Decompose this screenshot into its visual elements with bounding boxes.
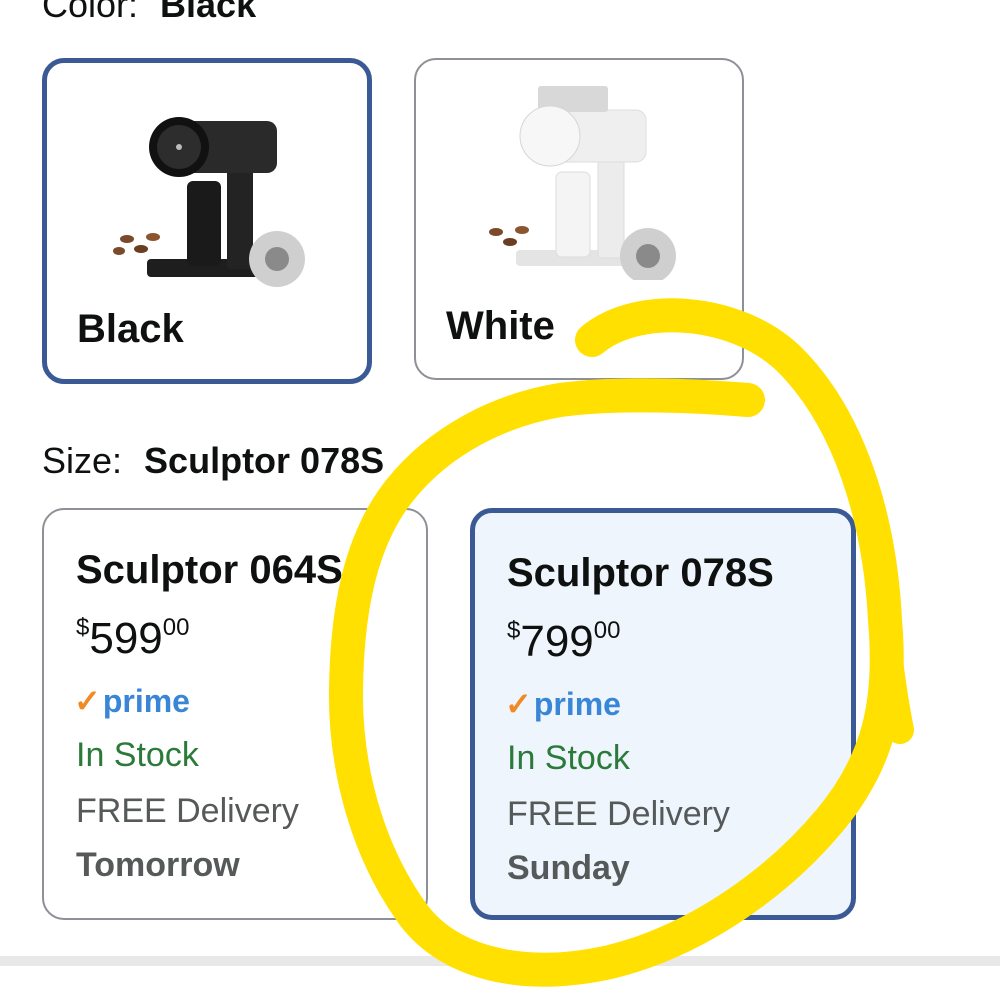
size-option-price: $79900 — [507, 617, 620, 667]
prime-label: prime — [533, 685, 621, 722]
delivery-text: FREE Delivery — [76, 792, 299, 830]
color-option-label: White — [446, 304, 555, 348]
delivery-day: Tomorrow — [76, 846, 240, 884]
price-fraction: 00 — [162, 614, 190, 641]
color-label: Color: — [42, 0, 139, 25]
stock-status: In Stock — [76, 736, 199, 774]
color-swatch-black[interactable]: Black — [42, 58, 372, 384]
prime-badge: ✓ prime — [505, 685, 621, 723]
color-selected-value: Black — [160, 0, 257, 25]
price-currency: $ — [76, 614, 90, 641]
size-label: Size: — [42, 440, 123, 481]
price-whole: 599 — [89, 614, 163, 663]
prime-badge: ✓ prime — [74, 682, 190, 720]
grinder-black-image — [113, 117, 305, 287]
prime-check-icon: ✓ — [505, 686, 532, 722]
color-label-row: Color: Black — [42, 0, 256, 26]
color-swatch-white[interactable]: White — [414, 58, 744, 380]
prime-check-icon: ✓ — [74, 683, 101, 719]
size-option-title: Sculptor 078S — [507, 551, 774, 595]
prime-label: prime — [102, 682, 190, 719]
price-whole: 799 — [520, 617, 594, 666]
size-selected-value: Sculptor 078S — [144, 440, 385, 481]
price-fraction: 00 — [593, 617, 621, 644]
delivery-text: FREE Delivery — [507, 795, 730, 833]
section-divider — [0, 956, 1000, 966]
size-option-title: Sculptor 064S — [76, 548, 343, 592]
size-option-078s[interactable]: Sculptor 078S $79900 ✓ prime In Stock FRE… — [470, 508, 856, 920]
grinder-white-image — [489, 86, 676, 280]
delivery-day: Sunday — [507, 849, 630, 887]
size-label-row: Size: Sculptor 078S — [42, 440, 384, 482]
size-option-price: $59900 — [76, 614, 189, 664]
color-option-label: Black — [77, 307, 184, 351]
stock-status: In Stock — [507, 739, 630, 777]
size-option-064s[interactable]: Sculptor 064S $59900 ✓ prime In Stock FRE… — [42, 508, 428, 920]
price-currency: $ — [507, 617, 521, 644]
